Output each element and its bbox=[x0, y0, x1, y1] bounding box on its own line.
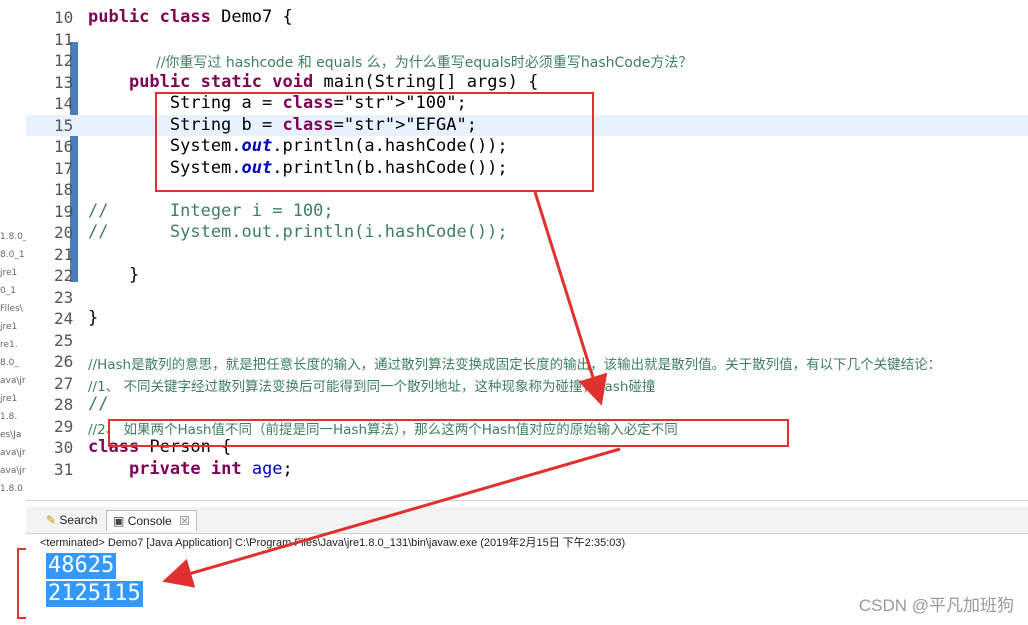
explorer-fragment: 0_1 bbox=[0, 286, 16, 296]
package-explorer-strip: 1.8.0_ 8.0_1 jre1 0_1 Files\ jre1 re1. 8.0_ ava\… bbox=[0, 0, 28, 624]
explorer-fragment: ava\jr bbox=[0, 466, 26, 476]
code-text: //你重写过 hashcode 和 equals 么，为什么重写equals时必… bbox=[156, 55, 693, 71]
code-text: //Hash是散列的意思，就是把任意长度的输入，通过散列算法变换成固定长度的输出… bbox=[88, 357, 942, 373]
code-line[interactable]: 25 bbox=[26, 330, 1028, 351]
console-icon: ▣ bbox=[113, 514, 125, 528]
console-output-line[interactable]: 48625 bbox=[46, 553, 117, 579]
search-icon: ✎ bbox=[46, 513, 57, 527]
explorer-fragment: ava\jr bbox=[0, 448, 26, 458]
highlight-box-code bbox=[155, 92, 594, 192]
code-text: // bbox=[88, 394, 109, 414]
code-text: } bbox=[88, 308, 99, 328]
tab-console[interactable]: ▣ Console ☒ bbox=[106, 510, 197, 531]
explorer-fragment: jre1 bbox=[0, 394, 18, 404]
code-line[interactable]: 28// bbox=[26, 394, 1028, 415]
code-line[interactable]: 11 bbox=[26, 29, 1028, 50]
code-line[interactable]: 20// System.out.println(i.hashCode()); bbox=[26, 222, 1028, 243]
view-tab-bar: ✎ Search ▣ Console ☒ bbox=[26, 507, 1028, 534]
code-line[interactable]: 22 } bbox=[26, 265, 1028, 286]
console-output-line[interactable]: 2125115 bbox=[46, 581, 143, 607]
line-number: 11 bbox=[54, 29, 74, 49]
line-number: 25 bbox=[54, 330, 74, 350]
line-number: 23 bbox=[54, 287, 74, 307]
code-line[interactable]: 23 bbox=[26, 287, 1028, 308]
explorer-fragment: ava\jr bbox=[0, 376, 26, 386]
code-line[interactable]: 13 public static void main(String[] args… bbox=[26, 72, 1028, 93]
code-line[interactable]: 27//1、 不同关键字经过散列算法变换后可能得到同一个散列地址，这种现象称为碰… bbox=[26, 373, 1028, 395]
code-line[interactable]: 24} bbox=[26, 308, 1028, 329]
code-line[interactable]: 19// Integer i = 100; bbox=[26, 201, 1028, 222]
close-icon[interactable]: ☒ bbox=[179, 514, 190, 528]
explorer-fragment: 1.8. bbox=[0, 412, 18, 422]
code-text: // Integer i = 100; bbox=[88, 200, 334, 221]
code-text: public static void main(String[] args) { bbox=[128, 71, 539, 92]
explorer-fragment: es\Ja bbox=[0, 430, 22, 440]
code-line[interactable]: 12 //你重写过 hashcode 和 equals 么，为什么重写equals… bbox=[26, 50, 1028, 71]
highlight-box-comment bbox=[108, 419, 789, 447]
line-number: 21 bbox=[54, 244, 74, 264]
code-line[interactable]: 31 private int age; bbox=[26, 459, 1028, 480]
code-line[interactable]: 21 bbox=[26, 244, 1028, 265]
explorer-fragment: 8.0_1 bbox=[0, 250, 25, 260]
explorer-fragment: jre1 bbox=[0, 268, 18, 278]
code-line[interactable]: 10 public class Demo7 { bbox=[26, 7, 1028, 28]
code-text: public class Demo7 { bbox=[88, 7, 293, 27]
code-text: private int age; bbox=[128, 458, 293, 479]
explorer-fragment: 8.0_ bbox=[0, 358, 19, 368]
explorer-fragment: re1. bbox=[0, 340, 18, 350]
explorer-fragment: 1.8.0_ bbox=[0, 232, 28, 242]
explorer-fragment: Files\ bbox=[0, 304, 23, 314]
code-text: // System.out.println(i.hashCode()); bbox=[88, 222, 508, 242]
explorer-fragment: 1.8.0 bbox=[0, 484, 23, 494]
tab-search[interactable]: ✎ Search bbox=[40, 510, 103, 530]
code-line[interactable]: 26//Hash是散列的意思，就是把任意长度的输入，通过散列算法变换成固定长度的… bbox=[26, 351, 1028, 373]
line-number: 12 bbox=[54, 51, 74, 70]
watermark: CSDN @平凡加班狗 bbox=[858, 596, 1014, 615]
code-text: //1、 不同关键字经过散列算法变换后可能得到同一个散列地址，这种现象称为碰撞，… bbox=[88, 378, 656, 395]
terminated-label: <terminated> Demo7 [Java Application] C:… bbox=[40, 537, 626, 549]
line-number: 18 bbox=[54, 180, 74, 199]
explorer-fragment: jre1 bbox=[0, 322, 18, 332]
code-text: } bbox=[88, 265, 140, 285]
